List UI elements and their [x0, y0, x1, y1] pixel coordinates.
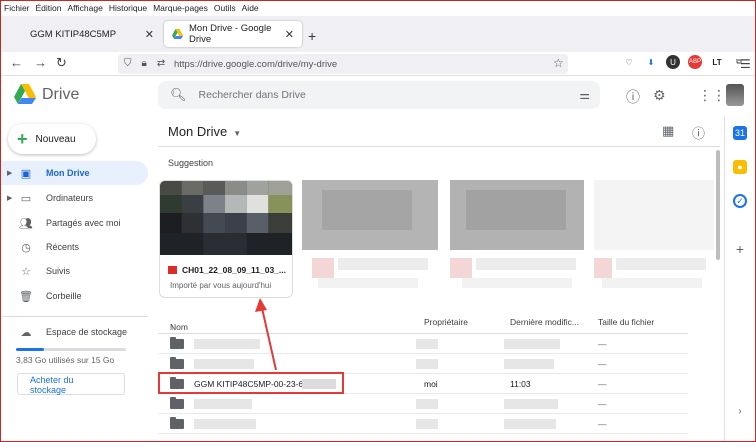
arrow-head	[255, 298, 267, 312]
annotation-arrow	[255, 298, 277, 371]
arrow-line	[261, 307, 277, 371]
